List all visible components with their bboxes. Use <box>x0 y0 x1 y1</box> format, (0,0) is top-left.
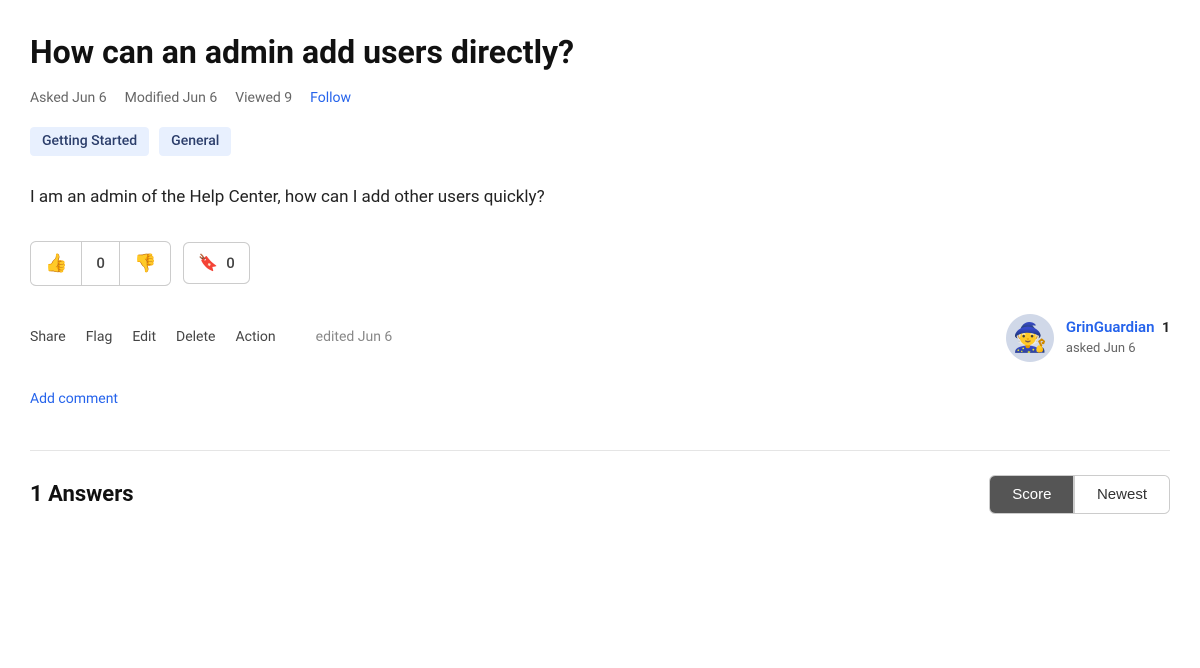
viewed-count: Viewed 9 <box>235 88 292 109</box>
vote-group: 👍 0 👎 <box>30 241 171 286</box>
edited-text: edited Jun 6 <box>316 327 393 348</box>
sort-score-button[interactable]: Score <box>990 476 1073 513</box>
meta-row: Asked Jun 6 Modified Jun 6 Viewed 9 Foll… <box>30 88 1170 109</box>
tag-getting-started[interactable]: Getting Started <box>30 127 149 156</box>
asked-date: Asked Jun 6 <box>30 88 107 109</box>
modified-date: Modified Jun 6 <box>125 88 218 109</box>
user-asked-label: asked Jun 6 <box>1066 339 1170 359</box>
answers-row: 1 Answers Score Newest <box>30 475 1170 514</box>
vote-row: 👍 0 👎 🔖 0 <box>30 241 1170 286</box>
edit-link[interactable]: Edit <box>132 327 156 348</box>
bookmark-icon: 🔖 <box>198 251 218 275</box>
upvote-button[interactable]: 👍 <box>31 243 81 284</box>
divider <box>30 450 1170 451</box>
share-link[interactable]: Share <box>30 327 66 348</box>
bookmark-button[interactable]: 🔖 0 <box>183 242 249 284</box>
user-name-link[interactable]: GrinGuardian <box>1066 318 1155 336</box>
vote-count: 0 <box>81 242 120 285</box>
question-title: How can an admin add users directly? <box>30 32 1170 72</box>
answers-title: 1 Answers <box>30 478 134 511</box>
action-link[interactable]: Action <box>235 327 275 348</box>
delete-link[interactable]: Delete <box>176 327 215 348</box>
question-body: I am an admin of the Help Center, how ca… <box>30 184 1170 211</box>
sort-newest-button[interactable]: Newest <box>1075 476 1169 513</box>
tags-row: Getting Started General <box>30 127 1170 156</box>
user-card: 🧙 GrinGuardian 1 asked Jun 6 <box>1006 314 1170 362</box>
bookmark-count: 0 <box>226 252 235 275</box>
avatar: 🧙 <box>1006 314 1054 362</box>
action-row: Share Flag Edit Delete Action edited Jun… <box>30 314 1170 362</box>
downvote-button[interactable]: 👎 <box>120 243 170 284</box>
flag-link[interactable]: Flag <box>86 327 113 348</box>
user-info: GrinGuardian 1 asked Jun 6 <box>1066 316 1170 359</box>
follow-button[interactable]: Follow <box>310 88 351 109</box>
user-rep: 1 <box>1162 320 1170 336</box>
add-comment-link[interactable]: Add comment <box>30 389 118 410</box>
sort-buttons: Score Newest <box>989 475 1170 514</box>
avatar-emoji: 🧙 <box>1012 317 1047 359</box>
tag-general[interactable]: General <box>159 127 231 156</box>
